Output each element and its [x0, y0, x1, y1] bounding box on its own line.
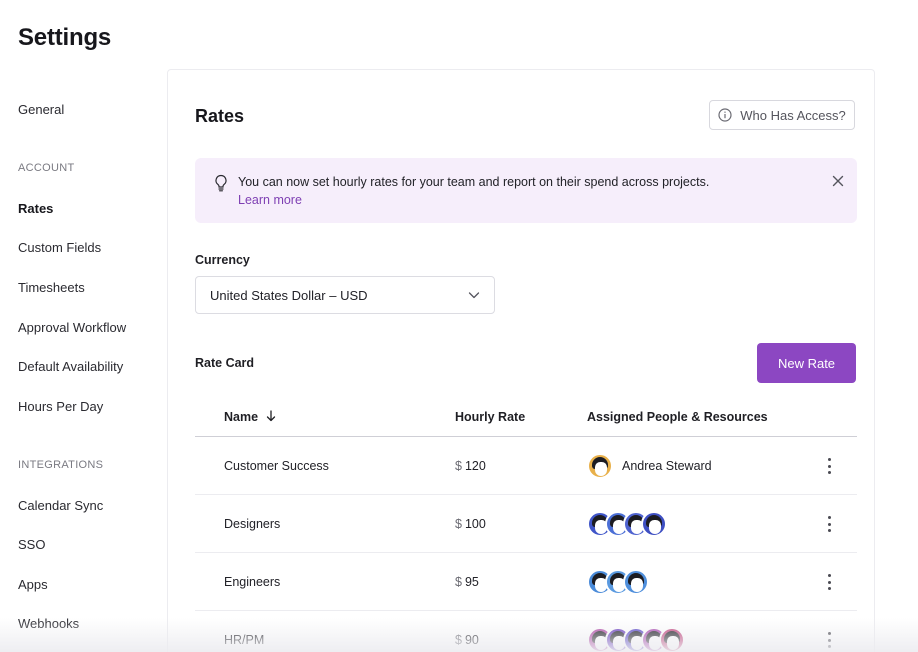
who-has-access-label: Who Has Access?	[740, 107, 846, 123]
currency-select[interactable]: United States Dollar – USD	[195, 276, 495, 314]
banner-message: You can now set hourly rates for your te…	[238, 175, 710, 189]
avatar-group[interactable]	[587, 569, 649, 595]
hourly-rate: $120	[455, 459, 486, 473]
sidebar-item-hours-per-day[interactable]: Hours Per Day	[18, 399, 103, 414]
currency-symbol: $	[455, 459, 462, 473]
rate-value: 120	[464, 459, 486, 473]
currency-symbol: $	[455, 517, 462, 531]
assigned-person-name: Andrea Steward	[622, 459, 712, 473]
lightbulb-icon	[215, 174, 227, 192]
table-row[interactable]: Customer Success $120 Andrea Steward	[195, 437, 857, 495]
rate-name: Designers	[224, 517, 281, 531]
kebab-menu-icon[interactable]	[825, 631, 833, 649]
hourly-rate: $100	[455, 517, 486, 531]
kebab-menu-icon[interactable]	[825, 515, 833, 533]
rates-panel: Rates Who Has Access? You can now set ho…	[167, 69, 875, 652]
rate-value: 90	[464, 633, 479, 647]
table-row[interactable]: Engineers $95	[195, 553, 857, 611]
sidebar-item-webhooks[interactable]: Webhooks	[18, 616, 79, 631]
close-icon[interactable]	[831, 174, 845, 188]
avatar-group[interactable]	[587, 453, 613, 479]
avatar[interactable]	[623, 569, 649, 595]
avatar-group[interactable]	[587, 511, 667, 537]
sidebar-item-general[interactable]: General	[18, 102, 64, 117]
rate-name: Engineers	[224, 575, 281, 589]
sidebar-item-approval-workflow[interactable]: Approval Workflow	[18, 320, 126, 335]
kebab-menu-icon[interactable]	[825, 457, 833, 475]
rate-card-label: Rate Card	[195, 356, 255, 370]
avatar[interactable]	[587, 453, 613, 479]
new-rate-button[interactable]: New Rate	[757, 343, 856, 383]
table-row[interactable]: Designers $100	[195, 495, 857, 553]
sidebar-item-apps[interactable]: Apps	[18, 577, 48, 592]
sidebar-item-custom-fields[interactable]: Custom Fields	[18, 240, 101, 255]
rate-value: 100	[464, 517, 486, 531]
currency-label: Currency	[195, 253, 250, 267]
info-banner: You can now set hourly rates for your te…	[195, 158, 857, 223]
currency-symbol: $	[455, 575, 462, 589]
who-has-access-button[interactable]: Who Has Access?	[709, 100, 855, 130]
column-header-hourly-rate[interactable]: Hourly Rate	[455, 410, 525, 424]
table-header: Name Hourly Rate Assigned People & Resou…	[195, 396, 857, 437]
hourly-rate: $90	[455, 633, 479, 647]
kebab-menu-icon[interactable]	[825, 573, 833, 591]
table-row[interactable]: HR/PM $90	[195, 611, 857, 652]
column-header-assigned[interactable]: Assigned People & Resources	[587, 410, 768, 424]
avatar[interactable]	[641, 511, 667, 537]
currency-symbol: $	[455, 633, 462, 647]
sidebar-item-default-availability[interactable]: Default Availability	[18, 359, 123, 374]
sidebar-section-account: ACCOUNT	[18, 162, 75, 174]
rate-name: HR/PM	[224, 633, 265, 647]
column-header-name-label: Name	[224, 410, 259, 424]
rate-value: 95	[464, 575, 479, 589]
info-circle-icon	[718, 108, 732, 122]
avatar[interactable]	[659, 627, 685, 652]
arrow-down-icon	[266, 410, 275, 422]
chevron-down-icon	[468, 292, 480, 299]
rate-card-table: Name Hourly Rate Assigned People & Resou…	[195, 396, 857, 652]
rate-name: Customer Success	[224, 459, 329, 473]
sidebar-item-sso[interactable]: SSO	[18, 537, 45, 552]
sidebar-item-rates[interactable]: Rates	[18, 201, 53, 216]
sidebar-item-calendar-sync[interactable]: Calendar Sync	[18, 498, 103, 513]
settings-sidebar: General ACCOUNT Rates Custom Fields Time…	[0, 0, 166, 652]
avatar-group[interactable]	[587, 627, 685, 652]
currency-value: United States Dollar – USD	[210, 288, 368, 303]
learn-more-link[interactable]: Learn more	[238, 193, 302, 207]
column-header-name[interactable]: Name	[224, 410, 276, 424]
hourly-rate: $95	[455, 575, 479, 589]
sidebar-item-timesheets[interactable]: Timesheets	[18, 280, 85, 295]
sidebar-section-integrations: INTEGRATIONS	[18, 459, 104, 471]
section-title: Rates	[195, 106, 245, 126]
